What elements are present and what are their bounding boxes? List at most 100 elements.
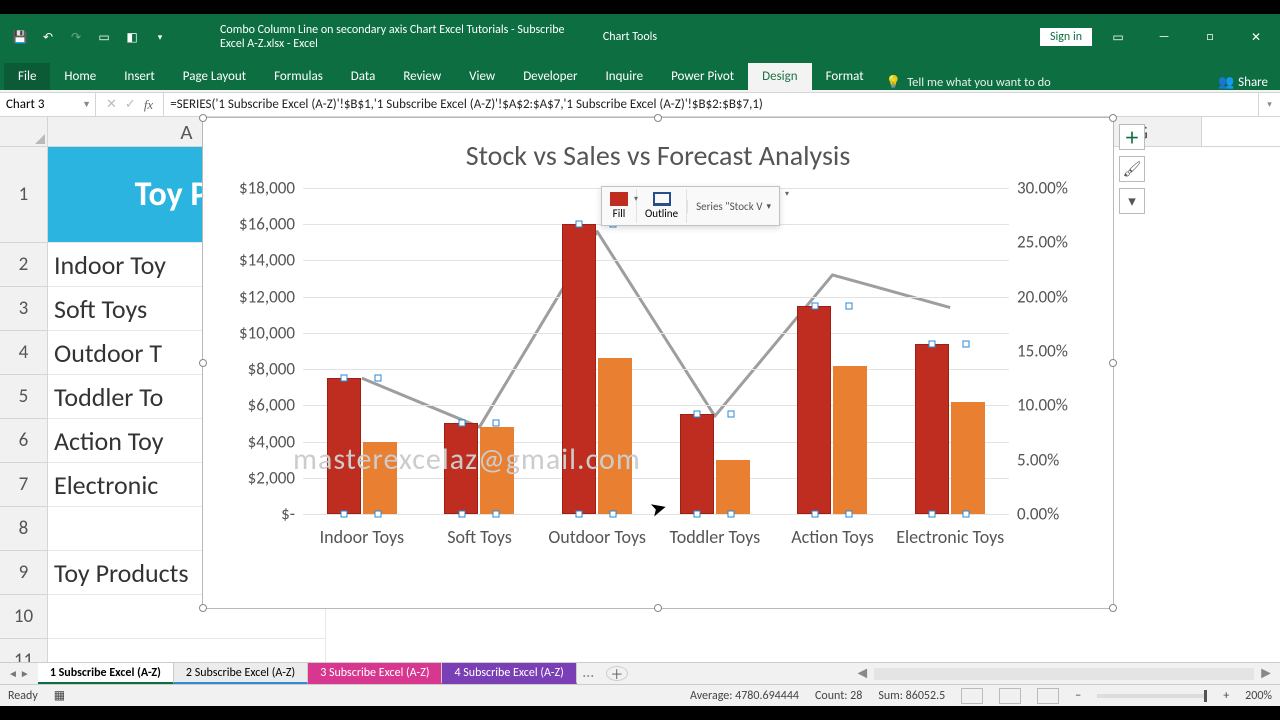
bar-stock[interactable] [444,423,478,514]
plot-area[interactable] [303,188,1009,514]
tab-formulas[interactable]: Formulas [260,63,337,90]
tab-nav-last-icon[interactable]: ► [20,667,30,680]
resize-handle[interactable] [654,114,662,122]
rowhdr-3[interactable]: 3 [0,287,48,331]
outline-button[interactable]: ▾ Outline [637,189,687,223]
save-icon[interactable]: 💾 [8,25,32,49]
formula-expand-icon[interactable]: ▾ [1258,93,1280,116]
sheet-tab-3[interactable]: 3 Subscribe Excel (A-Z) [308,663,442,684]
zoom-out-icon[interactable]: − [1075,689,1081,703]
select-all-button[interactable] [0,117,48,146]
chart-filter-button[interactable]: ▾ [1119,188,1145,214]
rowhdr-1[interactable]: 1 [0,147,48,243]
bar-stock[interactable] [797,306,831,514]
bar-stock[interactable] [562,224,596,514]
bar-sales[interactable] [363,442,397,514]
qat-dropdown-icon[interactable]: ▾ [148,25,172,49]
tab-nav-first-icon[interactable]: ◄ [8,667,18,680]
view-pagelayout-icon[interactable] [999,688,1021,704]
quickaccess2-icon[interactable]: ◧ [120,25,144,49]
chart-elements-button[interactable]: ＋ [1119,124,1145,150]
sheet-tab-2[interactable]: 2 Subscribe Excel (A-Z) [174,663,308,684]
rowhdr-7[interactable]: 7 [0,463,48,507]
chart-title[interactable]: Stock vs Sales vs Forecast Analysis [203,118,1113,179]
bar-sales[interactable] [480,427,514,514]
bar-stock[interactable] [915,344,949,514]
name-box[interactable]: Chart 3 ▼ [0,93,96,116]
tab-format[interactable]: Format [812,63,878,90]
new-sheet-button[interactable]: ＋ [606,666,628,681]
share-button[interactable]: 👥 Share [1206,75,1280,90]
view-pagebreak-icon[interactable] [1037,688,1059,704]
bar-stock[interactable] [327,378,361,514]
tab-inquire[interactable]: Inquire [591,63,657,90]
formula-input[interactable]: =SERIES('1 Subscribe Excel (A-Z)'!$B$1,'… [164,93,1258,116]
namebox-dropdown-icon[interactable]: ▼ [82,99,91,110]
tab-powerpivot[interactable]: Power Pivot [657,63,748,90]
sheet-tab-1[interactable]: 1 Subscribe Excel (A-Z) [38,663,174,684]
resize-handle[interactable] [199,359,207,367]
tab-pagelayout[interactable]: Page Layout [169,63,260,90]
macro-record-icon[interactable]: ▦ [54,688,65,703]
mini-format-toolbar[interactable]: ▾ Fill ▾ Outline Series "Stock V ▾ [601,186,780,226]
cell-A11[interactable] [48,639,326,662]
fill-button[interactable]: ▾ Fill [602,189,637,223]
hscroll-left-icon[interactable]: ◄ [854,664,870,683]
y-axis-primary[interactable]: $-$2,000$4,000$6,000$8,000$10,000$12,000… [215,188,299,514]
tab-view[interactable]: View [455,63,509,90]
bar-stock[interactable] [680,414,714,514]
enter-formula-icon[interactable]: ✓ [125,97,136,112]
fx-icon[interactable]: fx [144,97,153,113]
rowhdr-10[interactable]: 10 [0,595,48,639]
quickaccess-icon[interactable]: ▭ [92,25,116,49]
bar-sales[interactable] [833,366,867,515]
chevron-down-icon: ▾ [766,201,771,212]
rowhdr-11[interactable]: 11 [0,639,48,662]
rowhdr-8[interactable]: 8 [0,507,48,551]
tab-review[interactable]: Review [389,63,455,90]
rowhdr-6[interactable]: 6 [0,419,48,463]
close-icon[interactable]: ✕ [1236,23,1276,51]
hscrollbar[interactable] [874,668,1254,680]
rowhdr-9[interactable]: 9 [0,551,48,595]
rowhdr-5[interactable]: 5 [0,375,48,419]
y-axis-secondary[interactable]: 0.00%5.00%10.00%15.00%20.00%25.00%30.00% [1013,188,1103,514]
view-normal-icon[interactable] [961,688,983,704]
series-selector[interactable]: Series "Stock V ▾ [687,200,779,213]
sheet-tab-4[interactable]: 4 Subscribe Excel (A-Z) [442,663,576,684]
resize-handle[interactable] [199,604,207,612]
undo-icon[interactable]: ↶ [36,25,60,49]
tellme-search[interactable]: 💡 Tell me what you want to do [878,75,1059,90]
tellme-text: Tell me what you want to do [907,75,1051,90]
resize-handle[interactable] [199,114,207,122]
cancel-formula-icon[interactable]: ✕ [106,97,117,112]
tab-file[interactable]: File [4,63,50,90]
tab-home[interactable]: Home [50,63,110,90]
x-axis[interactable]: Indoor ToysSoft ToysOutdoor ToysToddler … [303,520,1009,596]
maximize-icon[interactable]: □ [1190,23,1230,51]
bar-sales[interactable] [951,402,985,514]
signin-button[interactable]: Sign in [1040,28,1092,46]
resize-handle[interactable] [1109,114,1117,122]
tab-design[interactable]: Design [748,63,811,90]
zoom-slider[interactable] [1097,694,1207,698]
tab-developer[interactable]: Developer [509,63,591,90]
minimize-icon[interactable]: — [1144,23,1184,51]
rowhdr-4[interactable]: 4 [0,331,48,375]
title-bar: 💾 ↶ ↷ ▭ ◧ ▾ Combo Column Line on seconda… [0,14,1280,60]
more-tabs-icon[interactable]: … [577,663,600,684]
resize-handle[interactable] [1109,604,1117,612]
resize-handle[interactable] [1109,359,1117,367]
zoom-level[interactable]: 200% [1245,689,1272,703]
bar-sales[interactable] [598,358,632,514]
zoom-in-icon[interactable]: + [1223,689,1229,703]
resize-handle[interactable] [654,604,662,612]
tab-insert[interactable]: Insert [110,63,169,90]
ribbon-options-icon[interactable]: ▭ [1098,23,1138,51]
rowhdr-2[interactable]: 2 [0,243,48,287]
hscroll-right-icon[interactable]: ► [1258,664,1274,683]
chart-styles-button[interactable]: 🖌 [1119,156,1145,182]
tab-data[interactable]: Data [337,63,390,90]
bar-sales[interactable] [716,460,750,514]
redo-icon[interactable]: ↷ [64,25,88,49]
